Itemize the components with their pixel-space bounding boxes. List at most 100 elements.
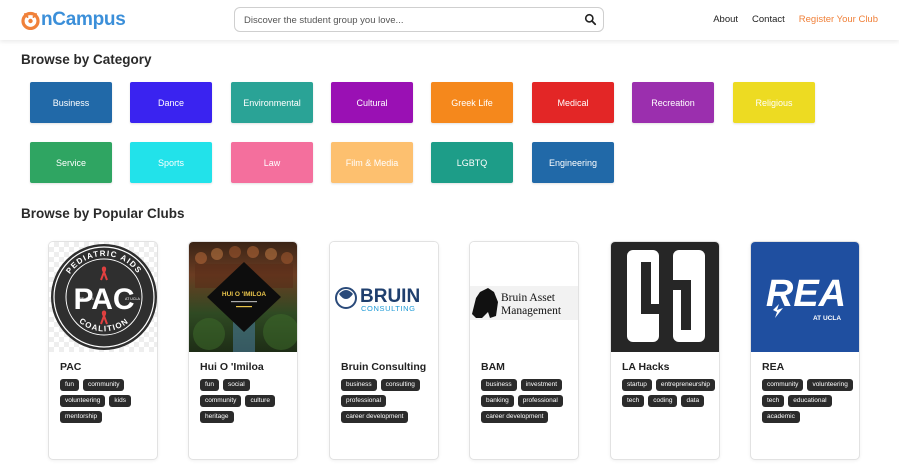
tag[interactable]: business: [341, 379, 377, 391]
tag[interactable]: investment: [520, 379, 563, 391]
category-film-media[interactable]: Film & Media: [331, 142, 413, 183]
club-tags: business consulting professional career …: [341, 379, 436, 423]
tag[interactable]: coding: [648, 395, 678, 407]
club-card-hui-o-imiloa[interactable]: HUI O 'IMILOA Hui O 'Imiloa fun social c…: [188, 241, 298, 460]
tag[interactable]: startup: [622, 379, 652, 391]
hui-logo-text: HUI O 'IMILOA: [222, 291, 266, 298]
club-name: Hui O 'Imiloa: [200, 361, 264, 373]
tag[interactable]: career development: [481, 411, 549, 423]
category-recreation[interactable]: Recreation: [632, 82, 714, 123]
nav-contact-link[interactable]: Contact: [752, 14, 785, 25]
svg-text:AT UCLA: AT UCLA: [125, 297, 140, 301]
club-logo-la-hacks: [611, 242, 719, 352]
club-card-la-hacks[interactable]: LA Hacks startup entrepreneurship tech c…: [610, 241, 720, 460]
tag[interactable]: tech: [622, 395, 645, 407]
category-label: LGBTQ: [456, 157, 488, 168]
tag[interactable]: community: [762, 379, 804, 391]
category-label: Greek Life: [451, 97, 493, 108]
club-name: LA Hacks: [622, 361, 670, 373]
category-label: Service: [55, 157, 86, 168]
club-logo-hui-o-imiloa: HUI O 'IMILOA: [189, 242, 297, 352]
category-environmental[interactable]: Environmental: [231, 82, 313, 123]
bam-logo-line2: Management: [501, 305, 562, 317]
category-label: Medical: [557, 97, 589, 108]
club-tags: startup entrepreneurship tech coding dat…: [622, 379, 717, 407]
tag[interactable]: educational: [788, 395, 832, 407]
tag[interactable]: community: [200, 395, 242, 407]
category-religious[interactable]: Religious: [733, 82, 815, 123]
category-greek-life[interactable]: Greek Life: [431, 82, 513, 123]
club-card-pac[interactable]: PEDIATRIC AIDS COALITION PAC EST. 2016 A…: [48, 241, 158, 460]
category-dance[interactable]: Dance: [130, 82, 212, 123]
category-medical[interactable]: Medical: [532, 82, 614, 123]
club-tags: fun social community culture heritage: [200, 379, 295, 423]
browse-by-popular-clubs-heading: Browse by Popular Clubs: [21, 206, 185, 221]
category-sports[interactable]: Sports: [130, 142, 212, 183]
category-label: Engineering: [548, 157, 598, 168]
club-name: Bruin Consulting: [341, 361, 427, 373]
oncampus-logo-icon: [21, 11, 40, 30]
category-label: Sports: [157, 157, 184, 168]
club-logo-pac: PEDIATRIC AIDS COALITION PAC EST. 2016 A…: [49, 242, 157, 352]
category-service[interactable]: Service: [30, 142, 112, 183]
tag[interactable]: culture: [245, 395, 275, 407]
tag[interactable]: consulting: [380, 379, 420, 391]
search-icon[interactable]: [584, 13, 597, 26]
club-card-bam[interactable]: Bruin Asset Management BAM business inve…: [469, 241, 579, 460]
category-engineering[interactable]: Engineering: [532, 142, 614, 183]
club-logo-bam: Bruin Asset Management: [470, 242, 578, 352]
club-card-bruin-consulting[interactable]: BRUIN CONSULTING Bruin Consulting busine…: [329, 241, 439, 460]
category-label: Cultural: [356, 97, 388, 108]
category-law[interactable]: Law: [231, 142, 313, 183]
club-tags: business investment banking professional…: [481, 379, 576, 423]
category-label: Recreation: [651, 97, 695, 108]
tag[interactable]: data: [681, 395, 705, 407]
logo-text: nCampus: [41, 9, 126, 30]
tag[interactable]: heritage: [200, 411, 234, 423]
category-label: Business: [52, 97, 90, 108]
tag[interactable]: fun: [60, 379, 80, 391]
tag[interactable]: volunteering: [807, 379, 853, 391]
tag[interactable]: kids: [109, 395, 131, 407]
tag[interactable]: volunteering: [60, 395, 106, 407]
oncampus-logo[interactable]: nCampus: [21, 9, 126, 31]
bruin-logo-sub: CONSULTING: [361, 304, 416, 313]
tag[interactable]: career development: [341, 411, 409, 423]
category-cultural[interactable]: Cultural: [331, 82, 413, 123]
tag[interactable]: professional: [341, 395, 387, 407]
tag[interactable]: entrepreneurship: [655, 379, 716, 391]
tag[interactable]: business: [481, 379, 517, 391]
nav-about-link[interactable]: About: [713, 14, 738, 25]
tag[interactable]: tech: [762, 395, 785, 407]
club-card-rea[interactable]: REA AT UCLA REA community volunteering t…: [750, 241, 860, 460]
search-bar: [234, 7, 604, 32]
club-tags: community volunteering tech educational …: [762, 379, 857, 423]
tag[interactable]: professional: [517, 395, 563, 407]
club-name: BAM: [481, 361, 505, 373]
category-label: Religious: [755, 97, 793, 108]
club-logo-bruin-consulting: BRUIN CONSULTING: [330, 242, 438, 352]
svg-text:EST. 2016: EST. 2016: [77, 297, 94, 301]
la-hacks-logo-icon: [627, 250, 705, 342]
tag[interactable]: banking: [481, 395, 514, 407]
register-club-link[interactable]: Register Your Club: [799, 14, 878, 25]
tag[interactable]: community: [83, 379, 125, 391]
category-business[interactable]: Business: [30, 82, 112, 123]
tag[interactable]: fun: [200, 379, 220, 391]
browse-by-category-heading: Browse by Category: [21, 52, 152, 67]
rea-logo-sub: AT UCLA: [813, 315, 841, 322]
club-tags: fun community volunteering kids mentorsh…: [60, 379, 155, 423]
category-label: Environmental: [243, 97, 301, 108]
club-logo-rea: REA AT UCLA: [751, 242, 859, 352]
category-label: Film & Media: [345, 157, 399, 168]
tag[interactable]: mentorship: [60, 411, 103, 423]
tag[interactable]: social: [223, 379, 250, 391]
category-lgbtq[interactable]: LGBTQ: [431, 142, 513, 183]
search-input[interactable]: [244, 12, 564, 28]
category-label: Dance: [157, 97, 184, 108]
club-name: REA: [762, 361, 785, 373]
tag[interactable]: academic: [762, 411, 800, 423]
navbar: nCampus About Contact Register Your Club: [0, 0, 899, 40]
bam-logo-line1: Bruin Asset: [501, 292, 556, 304]
category-label: Law: [263, 157, 281, 168]
